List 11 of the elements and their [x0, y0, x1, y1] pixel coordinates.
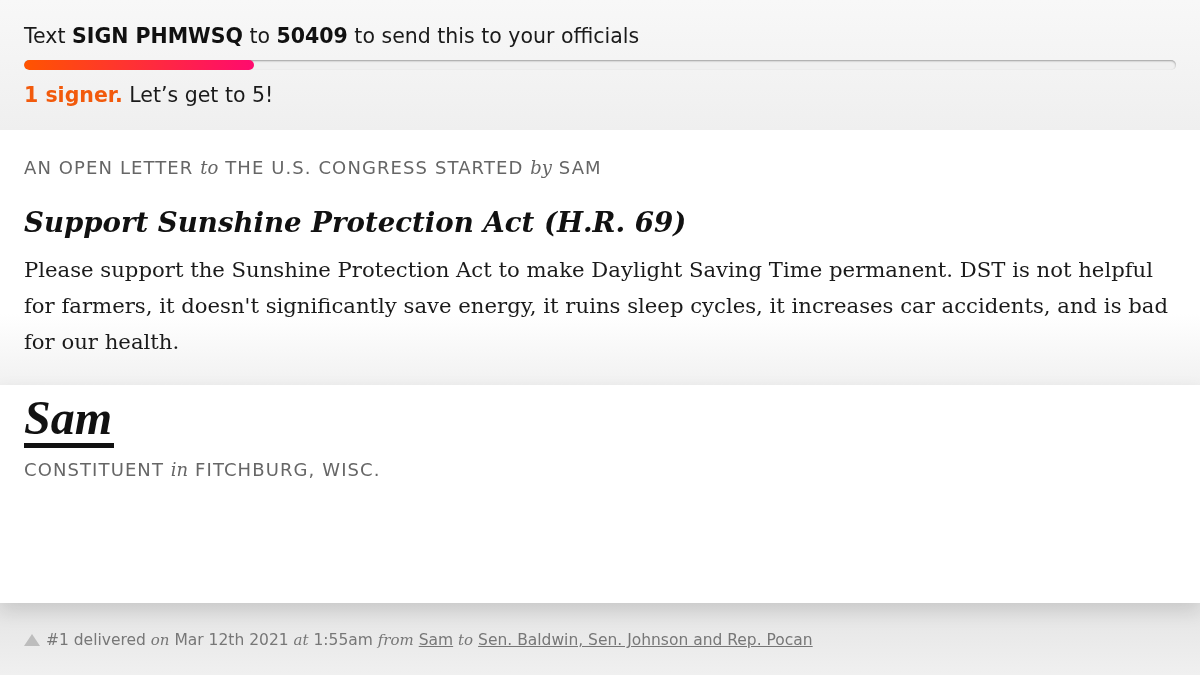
letter-eyebrow: AN OPEN LETTER to THE U.S. CONGRESS STARTED by SAM	[24, 157, 602, 179]
sms-instructions: Text SIGN PHMWSQ to 50409 to send this to your officials	[24, 24, 640, 48]
sender-link[interactable]: Sam	[418, 631, 454, 649]
recipients-link[interactable]: Sen. Baldwin, Sen. Johnson and Rep. Pocan	[478, 631, 813, 649]
delivery-note: #1 delivered on Mar 12th 2021 at 1:55am from Sam to Sen. Baldwin, Sen. Johnson and Rep. Pocan	[46, 630, 813, 650]
signer-byline: CONSTITUENT in FITCHBURG, WISC.	[24, 459, 381, 481]
letter-title: Support Sunshine Protection Act (H.R. 69)	[24, 208, 687, 238]
triangle-icon	[24, 634, 40, 646]
letter-body: Please support the Sunshine Protection Act to make Daylight Saving Time permanent. DST is not helpful for farmers, it doesn't significantly save energy, it ruins sleep cycles, it increases car accidents, and is bad for our health.	[24, 256, 1169, 356]
signature: Sam	[24, 393, 115, 448]
signer-count: 1 signer. Let’s get to 5!	[24, 83, 274, 107]
